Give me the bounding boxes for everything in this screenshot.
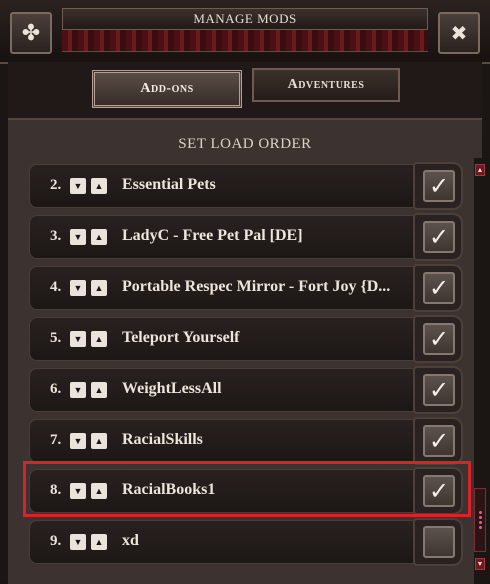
mod-row: 8. ▼ ▲ RacialBooks1 ✓ xyxy=(29,467,463,515)
scroll-up-button[interactable]: ▲ xyxy=(475,164,485,176)
chevron-down-icon: ▼ xyxy=(73,384,83,395)
move-down-button[interactable]: ▼ xyxy=(70,178,86,194)
mod-order-number: 8. xyxy=(50,482,62,498)
mod-order-number: 4. xyxy=(50,279,62,295)
check-icon: ✓ xyxy=(428,172,450,200)
mod-row: 4. ▼ ▲ Portable Respec Mirror - Fort Joy… xyxy=(29,264,463,312)
tab-bar: Add-ons Adventures xyxy=(8,62,482,118)
puzzle-glyph: ✤ xyxy=(21,20,41,45)
chevron-up-icon: ▲ xyxy=(94,485,104,496)
scroll-thumb[interactable] xyxy=(474,488,486,552)
chevron-up-icon: ▲ xyxy=(94,282,104,293)
header-ornament xyxy=(62,28,428,52)
chevron-up-icon: ▲ xyxy=(94,333,104,344)
move-down-button[interactable]: ▼ xyxy=(70,280,86,296)
mod-order-number: 2. xyxy=(50,177,62,193)
checkbox-frame: ✓ xyxy=(413,213,463,261)
header-bar: MANAGE MODS ✤ ✖ xyxy=(0,0,490,64)
mod-row: 6. ▼ ▲ WeightLessAll ✓ xyxy=(29,366,463,414)
checkbox-frame: ✓ xyxy=(413,315,463,363)
mod-name: Teleport Yourself xyxy=(122,329,240,346)
enable-checkbox[interactable] xyxy=(423,526,455,558)
move-down-button[interactable]: ▼ xyxy=(70,331,86,347)
move-up-button[interactable]: ▲ xyxy=(91,433,107,449)
tab-adventures[interactable]: Adventures xyxy=(252,68,400,102)
checkbox-frame: ✓ xyxy=(413,264,463,312)
chevron-up-icon: ▲ xyxy=(94,384,104,395)
mod-row: 3. ▼ ▲ LadyC - Free Pet Pal [DE] ✓ xyxy=(29,213,463,261)
chevron-down-icon: ▼ xyxy=(73,282,83,293)
window-title: MANAGE MODS xyxy=(62,8,428,30)
mod-row: 9. ▼ ▲ xd xyxy=(29,518,463,566)
check-icon: ✓ xyxy=(428,325,450,353)
check-icon: ✓ xyxy=(428,477,450,505)
check-icon: ✓ xyxy=(428,274,450,302)
enable-checkbox[interactable]: ✓ xyxy=(423,221,455,253)
enable-checkbox[interactable]: ✓ xyxy=(423,374,455,406)
chevron-down-icon: ▼ xyxy=(73,536,83,547)
scrollbar[interactable]: ▲ ▼ xyxy=(474,158,486,584)
chevron-down-icon: ▼ xyxy=(73,435,83,446)
section-title: SET LOAD ORDER xyxy=(178,136,312,152)
enable-checkbox[interactable]: ✓ xyxy=(423,170,455,202)
move-up-button[interactable]: ▲ xyxy=(91,280,107,296)
mod-row: 7. ▼ ▲ RacialSkills ✓ xyxy=(29,417,463,465)
checkbox-frame: ✓ xyxy=(413,162,463,210)
chevron-down-icon: ▼ xyxy=(73,180,83,191)
mod-order-number: 5. xyxy=(50,330,62,346)
close-button[interactable]: ✖ xyxy=(438,12,480,54)
mod-order-number: 3. xyxy=(50,228,62,244)
mod-name: WeightLessAll xyxy=(122,380,222,397)
move-up-button[interactable]: ▲ xyxy=(91,534,107,550)
chevron-down-icon: ▼ xyxy=(73,333,83,344)
enable-checkbox[interactable]: ✓ xyxy=(423,475,455,507)
checkbox-frame xyxy=(413,518,463,566)
enable-checkbox[interactable]: ✓ xyxy=(423,425,455,457)
enable-checkbox[interactable]: ✓ xyxy=(423,272,455,304)
mod-name: RacialBooks1 xyxy=(122,481,216,498)
mod-name: RacialSkills xyxy=(122,431,203,448)
mod-name: Portable Respec Mirror - Fort Joy {D... xyxy=(122,278,391,295)
load-order-panel: SET LOAD ORDER 2. ▼ ▲ Essential Pets ✓ 3… xyxy=(8,118,486,584)
chevron-up-icon: ▲ xyxy=(94,180,104,191)
chevron-down-icon: ▼ xyxy=(73,485,83,496)
chevron-down-icon: ▼ xyxy=(73,231,83,242)
scroll-down-button[interactable]: ▼ xyxy=(475,558,485,570)
mod-name: xd xyxy=(122,532,139,549)
move-up-button[interactable]: ▲ xyxy=(91,229,107,245)
move-down-button[interactable]: ▼ xyxy=(70,483,86,499)
move-down-button[interactable]: ▼ xyxy=(70,229,86,245)
enable-checkbox[interactable]: ✓ xyxy=(423,323,455,355)
move-up-button[interactable]: ▲ xyxy=(91,483,107,499)
move-down-button[interactable]: ▼ xyxy=(70,382,86,398)
mod-name: LadyC - Free Pet Pal [DE] xyxy=(122,227,303,244)
puzzle-piece-icon[interactable]: ✤ xyxy=(10,12,52,54)
tab-add-ons[interactable]: Add-ons xyxy=(92,70,242,108)
check-icon: ✓ xyxy=(428,376,450,404)
chevron-up-icon: ▲ xyxy=(94,231,104,242)
checkbox-frame: ✓ xyxy=(413,467,463,515)
move-up-button[interactable]: ▲ xyxy=(91,178,107,194)
mod-row: 5. ▼ ▲ Teleport Yourself ✓ xyxy=(29,315,463,363)
check-icon: ✓ xyxy=(428,223,450,251)
move-up-button[interactable]: ▲ xyxy=(91,382,107,398)
mod-order-number: 6. xyxy=(50,381,62,397)
chevron-up-icon: ▲ xyxy=(94,536,104,547)
check-icon: ✓ xyxy=(428,427,450,455)
chevron-up-icon: ▲ xyxy=(94,435,104,446)
checkbox-frame: ✓ xyxy=(413,366,463,414)
close-icon: ✖ xyxy=(450,22,468,45)
chevron-down-icon: ▼ xyxy=(476,560,484,568)
move-down-button[interactable]: ▼ xyxy=(70,433,86,449)
mod-row: 2. ▼ ▲ Essential Pets ✓ xyxy=(29,162,463,210)
checkbox-frame: ✓ xyxy=(413,417,463,465)
mod-manager-window: MANAGE MODS ✤ ✖ Add-ons Adventures SET L… xyxy=(0,0,490,584)
mod-name: Essential Pets xyxy=(122,176,216,193)
move-down-button[interactable]: ▼ xyxy=(70,534,86,550)
mod-order-number: 9. xyxy=(50,533,62,549)
mod-order-number: 7. xyxy=(50,432,62,448)
move-up-button[interactable]: ▲ xyxy=(91,331,107,347)
chevron-up-icon: ▲ xyxy=(476,166,484,174)
